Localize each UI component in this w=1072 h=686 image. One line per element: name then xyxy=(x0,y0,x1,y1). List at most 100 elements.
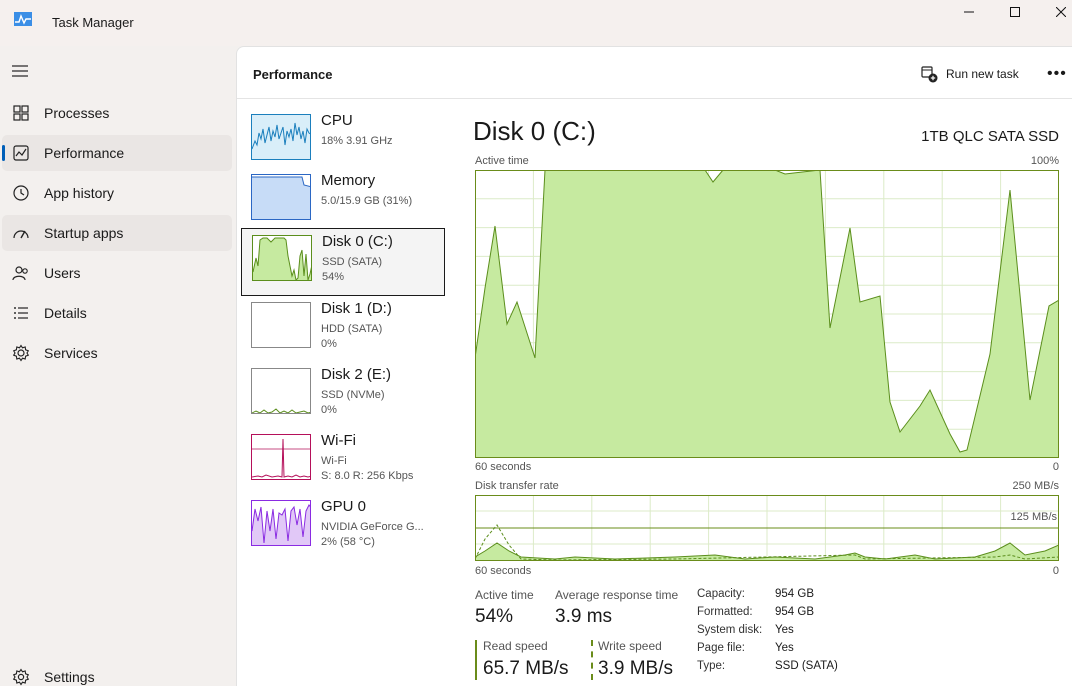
device-disk-1[interactable]: Disk 1 (D:) HDD (SATA) 0% xyxy=(241,296,445,364)
nav-item-app-history[interactable]: App history xyxy=(2,175,232,211)
nav-item-label: Performance xyxy=(44,145,125,161)
page-title: Performance xyxy=(253,67,333,82)
nav-item-startup-apps[interactable]: Startup apps xyxy=(2,215,232,251)
nav-item-processes[interactable]: Processes xyxy=(2,95,232,131)
transfer-rate-max-label: 250 MB/s xyxy=(1012,480,1059,492)
device-disk-2[interactable]: Disk 2 (E:) SSD (NVMe) 0% xyxy=(241,362,445,430)
processes-grid-icon xyxy=(13,105,29,121)
capacity-key: Capacity: xyxy=(697,588,745,600)
nav-item-label: Services xyxy=(44,345,98,361)
write-speed-legend-marker xyxy=(591,640,593,680)
transfer-rate-mid-label: 125 MB/s xyxy=(1010,511,1057,523)
type-value: SSD (SATA) xyxy=(775,660,838,672)
device-name: Memory xyxy=(321,172,376,189)
main-panel: Performance Run new task ••• CPU 18% 3.9… xyxy=(236,46,1072,686)
system-disk-value: Yes xyxy=(775,624,794,636)
nav-item-label: Startup apps xyxy=(44,225,124,241)
active-time-max-label: 100% xyxy=(1030,155,1059,167)
device-subtitle: NVIDIA GeForce G... xyxy=(321,521,424,533)
transfer-seconds-label: 60 seconds xyxy=(475,565,532,577)
run-task-icon xyxy=(921,65,938,82)
maximize-button[interactable] xyxy=(992,0,1038,24)
disk-0-thumbnail-graph xyxy=(252,235,312,281)
read-speed-legend-marker xyxy=(475,640,477,680)
transfer-rate-graph-label: Disk transfer rate xyxy=(475,480,559,492)
run-new-task-button[interactable]: Run new task xyxy=(921,65,1019,83)
hamburger-menu-icon[interactable] xyxy=(12,64,28,78)
window-title: Task Manager xyxy=(52,15,134,30)
minimize-button[interactable] xyxy=(946,0,992,24)
avg-response-stat-value: 3.9 ms xyxy=(555,606,613,627)
device-subtitle: Wi-Fi xyxy=(321,455,347,467)
transfer-zero-label: 0 xyxy=(1052,565,1059,577)
device-disk-0[interactable]: Disk 0 (C:) SSD (SATA) 54% xyxy=(241,228,445,296)
active-time-seconds-label: 60 seconds xyxy=(475,461,532,473)
active-time-stat-value: 54% xyxy=(475,606,514,627)
read-speed-stat-label: Read speed xyxy=(483,639,548,653)
gpu-thumbnail-graph xyxy=(251,500,311,546)
active-time-graph-label: Active time xyxy=(475,155,529,167)
nav-item-label: Settings xyxy=(44,669,95,685)
close-button[interactable] xyxy=(1038,0,1072,24)
device-usage: 54% xyxy=(322,271,345,283)
device-subtitle: SSD (SATA) xyxy=(322,256,383,268)
page-file-key: Page file: xyxy=(697,642,745,654)
more-options-icon[interactable]: ••• xyxy=(1047,65,1067,83)
run-new-task-label: Run new task xyxy=(946,67,1019,81)
nav-item-details[interactable]: Details xyxy=(2,295,232,331)
page-header: Performance Run new task ••• xyxy=(237,47,1072,99)
disk-title: Disk 0 (C:) xyxy=(473,116,596,146)
capacity-value: 954 GB xyxy=(775,588,814,600)
active-time-stat-label: Active time xyxy=(475,588,534,602)
active-time-graph xyxy=(475,170,1059,458)
system-disk-key: System disk: xyxy=(697,624,763,636)
avg-response-stat-label: Average response time xyxy=(555,588,679,602)
device-usage: 2% (58 °C) xyxy=(321,536,375,548)
transfer-rate-graph xyxy=(475,495,1059,561)
device-cpu[interactable]: CPU 18% 3.91 GHz xyxy=(241,108,445,176)
nav-item-performance[interactable]: Performance xyxy=(2,135,232,171)
device-subtitle: SSD (NVMe) xyxy=(321,389,385,401)
services-gear-icon xyxy=(12,344,30,362)
disk-1-thumbnail-graph xyxy=(251,302,311,348)
device-list: CPU 18% 3.91 GHz Memory 5.0/15.9 GB (31%… xyxy=(237,100,451,686)
nav-item-label: Processes xyxy=(44,105,110,121)
nav-item-label: Users xyxy=(44,265,81,281)
memory-thumbnail-graph xyxy=(251,174,311,220)
device-subtitle: 18% 3.91 GHz xyxy=(321,135,393,147)
nav-item-settings[interactable]: Settings xyxy=(2,659,232,686)
device-name: Wi-Fi xyxy=(321,432,356,449)
users-icon xyxy=(12,266,28,281)
device-subtitle: 5.0/15.9 GB (31%) xyxy=(321,195,413,207)
device-wifi[interactable]: Wi-Fi Wi-Fi S: 8.0 R: 256 Kbps xyxy=(241,428,445,496)
wifi-thumbnail-graph xyxy=(251,434,311,480)
formatted-key: Formatted: xyxy=(697,606,753,618)
task-manager-app-icon xyxy=(14,12,32,26)
device-name: Disk 2 (E:) xyxy=(321,366,392,383)
write-speed-stat-label: Write speed xyxy=(598,639,662,653)
device-usage: S: 8.0 R: 256 Kbps xyxy=(321,470,414,482)
disk-2-thumbnail-graph xyxy=(251,368,311,414)
disk-model: 1TB QLC SATA SSD xyxy=(921,128,1059,145)
page-file-value: Yes xyxy=(775,642,794,654)
cpu-thumbnail-graph xyxy=(251,114,311,160)
app-history-icon xyxy=(13,185,29,201)
nav-item-users[interactable]: Users xyxy=(2,255,232,291)
disk-detail-panel: Disk 0 (C:) 1TB QLC SATA SSD Active time… xyxy=(463,100,1072,686)
device-name: Disk 1 (D:) xyxy=(321,300,392,317)
device-usage: 0% xyxy=(321,338,337,350)
device-gpu-0[interactable]: GPU 0 NVIDIA GeForce G... 2% (58 °C) xyxy=(241,494,445,562)
device-subtitle: HDD (SATA) xyxy=(321,323,383,335)
device-memory[interactable]: Memory 5.0/15.9 GB (31%) xyxy=(241,168,445,236)
details-list-icon xyxy=(14,307,28,319)
nav-item-label: App history xyxy=(44,185,115,201)
write-speed-stat-value: 3.9 MB/s xyxy=(598,658,673,679)
settings-gear-icon xyxy=(12,668,30,686)
device-name: GPU 0 xyxy=(321,498,367,515)
title-bar: Task Manager xyxy=(0,0,1072,46)
nav-item-services[interactable]: Services xyxy=(2,335,232,371)
active-time-zero-label: 0 xyxy=(1052,461,1059,473)
formatted-value: 954 GB xyxy=(775,606,814,618)
close-icon xyxy=(1056,7,1066,17)
navigation-pane: Processes Performance App history Startu… xyxy=(0,46,236,686)
